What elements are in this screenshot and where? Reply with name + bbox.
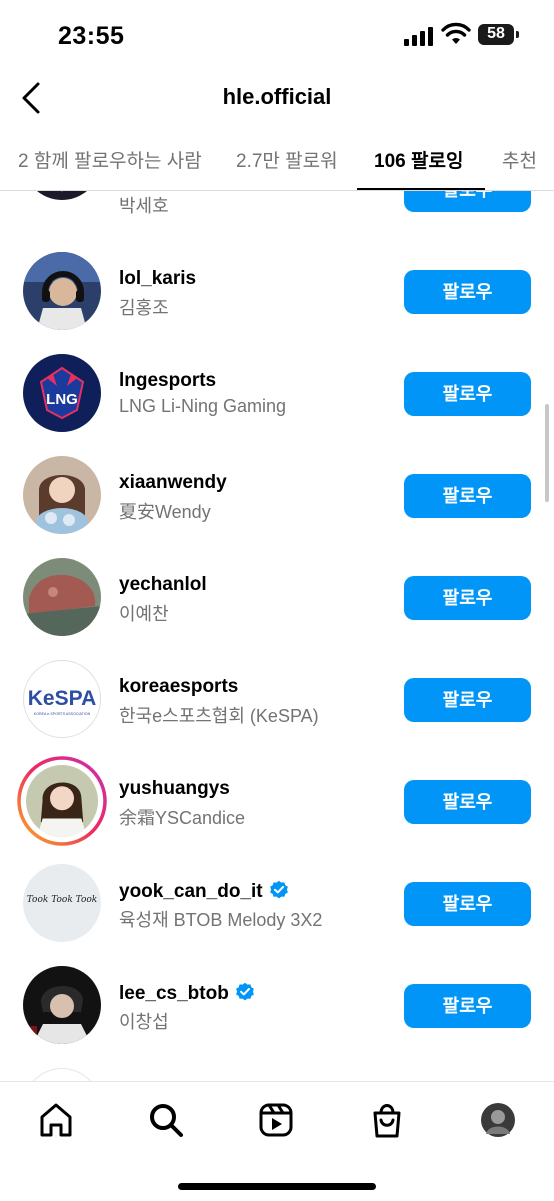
full-name: 박세호 (119, 196, 169, 216)
avatar[interactable] (26, 765, 98, 837)
username[interactable]: yechanlol (119, 574, 207, 596)
tab-followers[interactable]: 2.7만 팔로워 (236, 146, 338, 173)
avatar[interactable] (23, 191, 101, 200)
handwriting-text: Took Took Took (27, 895, 98, 905)
follow-button[interactable]: 팔로우 (404, 576, 531, 620)
username[interactable]: lol_karis (119, 268, 196, 290)
list-item[interactable]: LNG lngesports LNG Li-Ning Gaming 팔로우 (0, 344, 554, 446)
full-name: LNG Li-Ning Gaming (119, 396, 287, 416)
username[interactable]: lee_cs_btob (119, 983, 229, 1004)
username[interactable]: yushuangys (119, 778, 230, 800)
full-name: 김홍조 (119, 298, 169, 318)
username[interactable]: koreaesports (119, 676, 238, 698)
tab-bar: 2 함께 팔로우하는 사람 2.7만 팔로워 106 팔로잉 추천 (0, 132, 554, 191)
username-line[interactable]: lee_cs_btob (119, 982, 255, 1005)
kespa-logo-subtext: KOREA e-SPORTS ASSOCIATION (34, 712, 91, 716)
follow-button[interactable]: 팔로우 (404, 882, 531, 926)
avatar[interactable]: KeSPA KOREA e-SPORTS ASSOCIATION (23, 660, 101, 738)
clock: 23:55 (58, 22, 125, 50)
follow-button[interactable]: 팔로우 (404, 372, 531, 416)
avatar[interactable]: Took Took Took (23, 864, 101, 942)
full-name: 한국e스포츠협회 (KeSPA) (119, 706, 319, 726)
avatar[interactable] (23, 252, 101, 330)
list-item[interactable]: yechanlol 이예찬 팔로우 (0, 548, 554, 650)
tab-suggested[interactable]: 추천 (502, 146, 537, 173)
shop-icon[interactable] (367, 1100, 407, 1140)
following-list[interactable]: 박세호 팔로우 lol_karis 김홍조 팔로우 (0, 191, 554, 1081)
follow-button[interactable]: 팔로우 (404, 780, 531, 824)
verified-badge-icon (235, 982, 254, 1001)
profile-avatar-icon[interactable] (480, 1102, 516, 1138)
lng-logo-text: LNG (46, 391, 78, 408)
avatar[interactable] (23, 966, 101, 1044)
avatar[interactable]: LNG (23, 354, 101, 432)
tab-following[interactable]: 106 팔로잉 (374, 146, 463, 173)
full-name: 余霜YSCandice (119, 808, 246, 828)
tab-mutual-followers[interactable]: 2 함께 팔로우하는 사람 (18, 146, 202, 173)
scrollbar[interactable] (545, 404, 549, 502)
home-indicator[interactable] (178, 1183, 376, 1190)
list-item[interactable]: KeSPA KOREA e-SPORTS ASSOCIATION koreaes… (0, 650, 554, 752)
avatar[interactable] (23, 1068, 101, 1081)
avatar[interactable] (23, 558, 101, 636)
full-name: 육성재 BTOB Melody 3X2 (119, 910, 323, 930)
username[interactable]: lngesports (119, 370, 216, 392)
follow-button[interactable]: 팔로우 (404, 474, 531, 518)
reels-icon[interactable] (256, 1100, 296, 1140)
list-item[interactable]: lol_karis 김홍조 팔로우 (0, 242, 554, 344)
full-name: 夏安Wendy (119, 502, 211, 522)
cellular-signal-icon (404, 26, 434, 46)
verified-badge-icon (269, 880, 288, 899)
username[interactable]: yook_can_do_it (119, 881, 263, 902)
follow-button[interactable]: 팔로우 (404, 678, 531, 722)
list-item[interactable]: xiaanwendy 夏安Wendy 팔로우 (0, 446, 554, 548)
username[interactable]: xiaanwendy (119, 472, 227, 494)
list-item[interactable] (0, 1058, 554, 1081)
username-line[interactable]: yook_can_do_it (119, 880, 289, 903)
avatar[interactable] (23, 456, 101, 534)
battery-icon: 58 (478, 24, 519, 45)
page-title: hle.official (222, 84, 332, 109)
full-name: 이예찬 (119, 604, 169, 624)
list-item[interactable]: yushuangys 余霜YSCandice 팔로우 (0, 752, 554, 854)
follow-button[interactable]: 팔로우 (404, 191, 531, 212)
bottom-nav (0, 1081, 554, 1201)
active-tab-indicator (357, 188, 485, 190)
list-item[interactable]: lee_cs_btob 이창섭 팔로우 (0, 956, 554, 1058)
search-icon[interactable] (146, 1100, 186, 1140)
kespa-logo-text: KeSPA (28, 687, 96, 710)
home-icon[interactable] (36, 1100, 76, 1140)
list-item[interactable]: Took Took Took yook_can_do_it 육성재 BTOB M… (0, 854, 554, 956)
list-item[interactable]: 박세호 팔로우 (0, 191, 554, 242)
full-name: 이창섭 (119, 1012, 169, 1032)
status-bar: 23:55 58 (0, 0, 554, 72)
battery-level: 58 (487, 25, 505, 42)
wifi-icon (441, 22, 471, 44)
follow-button[interactable]: 팔로우 (404, 984, 531, 1028)
follow-button[interactable]: 팔로우 (404, 270, 531, 314)
